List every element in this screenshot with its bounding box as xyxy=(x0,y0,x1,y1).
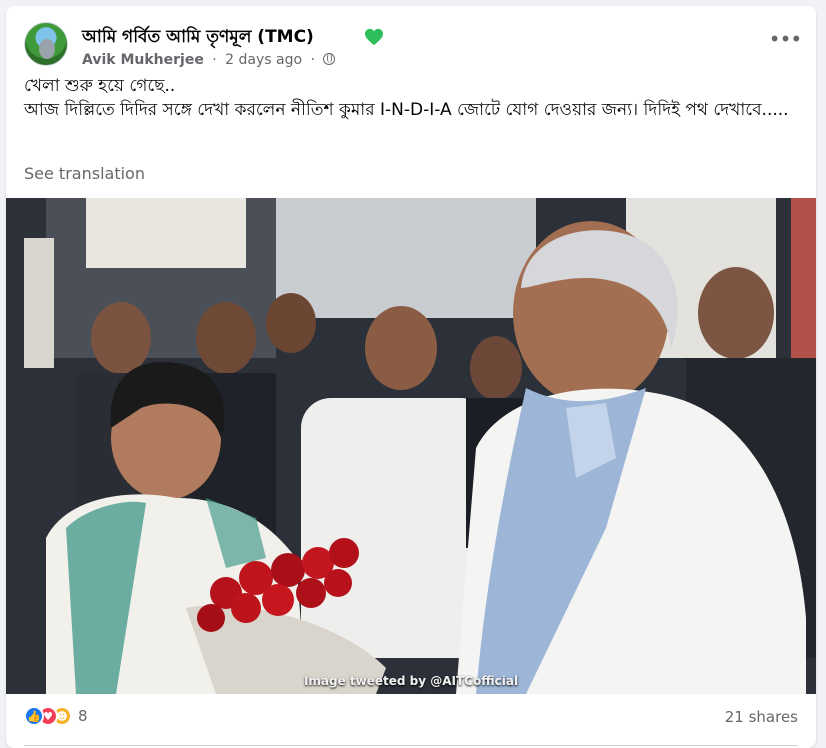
image-credit: Image tweeted by @AITCofficial xyxy=(303,674,519,688)
green-heart-icon xyxy=(365,28,383,46)
reactions-summary[interactable]: 👍 ♥ ☻ 8 xyxy=(24,706,88,726)
page-name-link[interactable]: আমি গর্বিত আমি তৃণমূল (TMC) xyxy=(82,24,314,52)
see-translation-link[interactable]: See translation xyxy=(24,164,145,183)
meta-separator: · xyxy=(310,52,315,68)
post-text-line: আজ দিল্লিতে দিদির সঙ্গে দেখা করলেন নীতিশ… xyxy=(24,100,789,120)
post-text-line: খেলা শুরু হয়ে গেছে.. xyxy=(24,76,176,96)
like-icon: 👍 xyxy=(24,706,44,726)
footer-divider xyxy=(24,745,798,746)
post-footer: 👍 ♥ ☻ 8 21 shares xyxy=(24,702,798,734)
more-options-button[interactable]: ••• xyxy=(768,22,802,56)
reaction-count[interactable]: 8 xyxy=(78,707,88,725)
author-name-link[interactable]: Avik Mukherjee xyxy=(82,52,204,68)
photo-illustration xyxy=(6,198,816,694)
post-meta: Avik Mukherjee · 2 days ago · xyxy=(82,52,336,68)
post-photo[interactable]: Image tweeted by @AITCofficial xyxy=(6,198,816,694)
post-timestamp[interactable]: 2 days ago xyxy=(225,52,302,68)
author-avatar-icon xyxy=(39,39,55,59)
post-header: আমি গর্বিত আমি তৃণমূল (TMC) Avik Mukherj… xyxy=(24,18,798,72)
post-text: খেলা শুরু হয়ে গেছে.. আজ দিল্লিতে দিদির … xyxy=(24,74,804,122)
page-avatar[interactable] xyxy=(24,22,68,66)
post-card: আমি গর্বিত আমি তৃণমূল (TMC) Avik Mukherj… xyxy=(6,6,816,748)
meta-separator: · xyxy=(212,52,217,68)
globe-icon xyxy=(323,53,336,65)
shares-count-link[interactable]: 21 shares xyxy=(725,708,798,726)
